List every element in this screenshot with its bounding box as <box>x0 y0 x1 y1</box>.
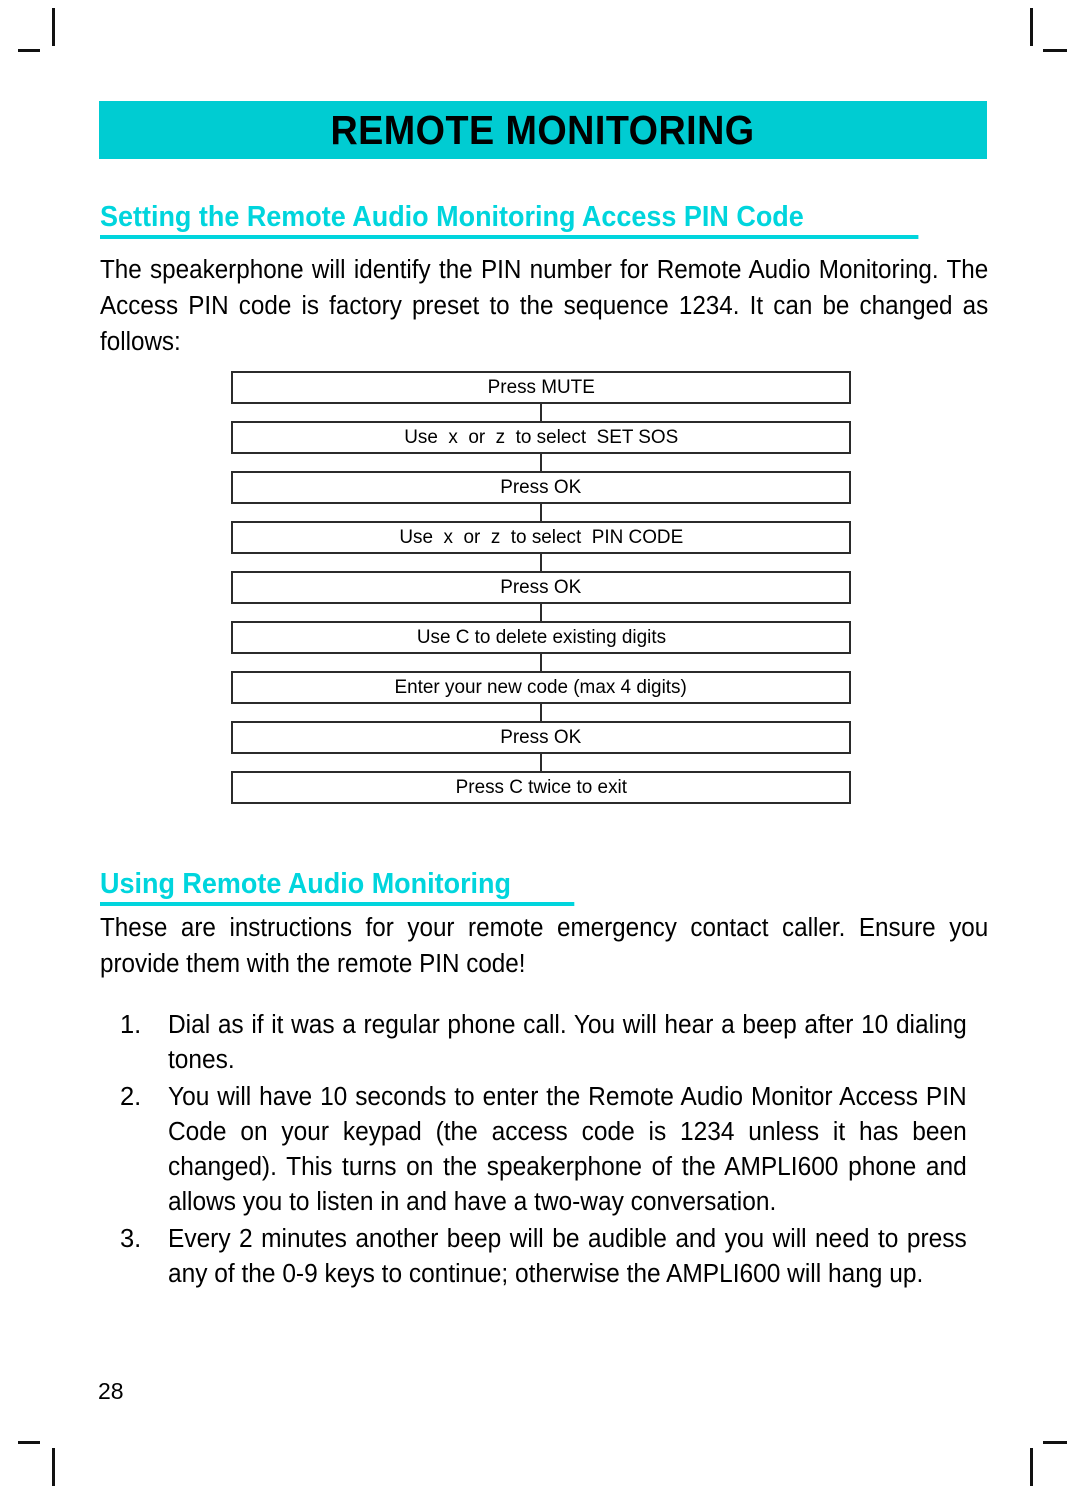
flowchart-connector <box>540 554 542 571</box>
flowchart-step-box: Press OK <box>231 571 851 604</box>
flowchart-connector <box>540 454 542 471</box>
flowchart-step-label: Use C to delete existing digits <box>416 626 666 648</box>
flowchart-step-label: Enter your new code (max 4 digits) <box>394 676 688 698</box>
list-item: 3. Every 2 minutes another beep will be a… <box>120 1222 1000 1292</box>
flowchart-step: Use x or z to select SET SOS <box>231 421 851 454</box>
section-1-paragraph: The speakerphone will identify the PIN n… <box>100 256 989 356</box>
remote-monitoring-instructions-list: 1. Dial as if it was a regular phone call… <box>120 1008 1000 1294</box>
flowchart-connector <box>540 404 542 421</box>
flowchart-step-box: Use x or z to select SET SOS <box>231 421 851 454</box>
flowchart-connector <box>540 654 542 671</box>
page-title: REMOTE MONITORING <box>330 106 756 153</box>
list-item-marker: 1. <box>120 1011 142 1039</box>
section-heading-underline <box>100 235 919 239</box>
section-heading-underline <box>100 902 575 906</box>
flowchart-step-label: Use x or z to select SET SOS <box>403 426 678 448</box>
section-heading-setting-pin: Setting the Remote Audio Monitoring Acce… <box>100 201 919 239</box>
flowchart-step-box: Use C to delete existing digits <box>231 621 851 654</box>
section-heading-using-monitoring: Using Remote Audio Monitoring <box>100 868 575 906</box>
section-heading-setting-pin-label: Setting the Remote Audio Monitoring Acce… <box>100 201 804 233</box>
page-number: 28 <box>98 1378 124 1404</box>
list-item-marker: 3. <box>120 1225 142 1253</box>
flowchart-step: Enter your new code (max 4 digits) <box>231 671 851 704</box>
flowchart-step-label: Press OK <box>500 726 582 748</box>
flowchart-step-label: Press C twice to exit <box>455 776 627 798</box>
flowchart-connector <box>540 754 542 771</box>
list-item-text: Dial as if it was a regular phone call. … <box>168 1011 967 1074</box>
flowchart-step: Use x or z to select PIN CODE <box>231 521 851 554</box>
flowchart-step-box: Press OK <box>231 721 851 754</box>
list-item-text: You will have 10 seconds to enter the Re… <box>168 1083 967 1216</box>
flowchart-step-box: Use x or z to select PIN CODE <box>231 521 851 554</box>
manual-page: REMOTE MONITORING Setting the Remote Aud… <box>0 0 1080 1491</box>
flowchart-step: Use C to delete existing digits <box>231 621 851 654</box>
flowchart-connector <box>540 504 542 521</box>
flowchart-step-box: Press MUTE <box>231 371 851 404</box>
flowchart-connector <box>540 604 542 621</box>
flowchart-step-label: Press OK <box>500 476 582 498</box>
flowchart-step-box: Enter your new code (max 4 digits) <box>231 671 851 704</box>
flowchart-step: Press OK <box>231 571 851 604</box>
pin-setup-flowchart: Press MUTE Use x or z to select SET SOS Pr… <box>231 371 851 804</box>
flowchart-step-label: Use x or z to select PIN CODE <box>399 526 683 548</box>
section-heading-using-monitoring-label: Using Remote Audio Monitoring <box>100 868 512 900</box>
flowchart-step: Press OK <box>231 471 851 504</box>
list-item-text: Every 2 minutes another beep will be aud… <box>168 1225 967 1288</box>
flowchart-step-box: Press C twice to exit <box>231 771 851 804</box>
list-item-marker: 2. <box>120 1083 142 1111</box>
list-item: 1. Dial as if it was a regular phone call… <box>120 1008 1000 1078</box>
flowchart-step: Press MUTE <box>231 371 851 404</box>
flowchart-step: Press OK <box>231 721 851 754</box>
page-banner: REMOTE MONITORING <box>99 101 987 159</box>
list-item: 2. You will have 10 seconds to enter the … <box>120 1080 1000 1220</box>
flowchart-connector <box>540 704 542 721</box>
flowchart-step-label: Press OK <box>500 576 582 598</box>
flowchart-step: Press C twice to exit <box>231 771 851 804</box>
section-2-paragraph: These are instructions for your remote e… <box>100 914 989 978</box>
flowchart-step-label: Press MUTE <box>487 376 595 398</box>
flowchart-step-box: Press OK <box>231 471 851 504</box>
